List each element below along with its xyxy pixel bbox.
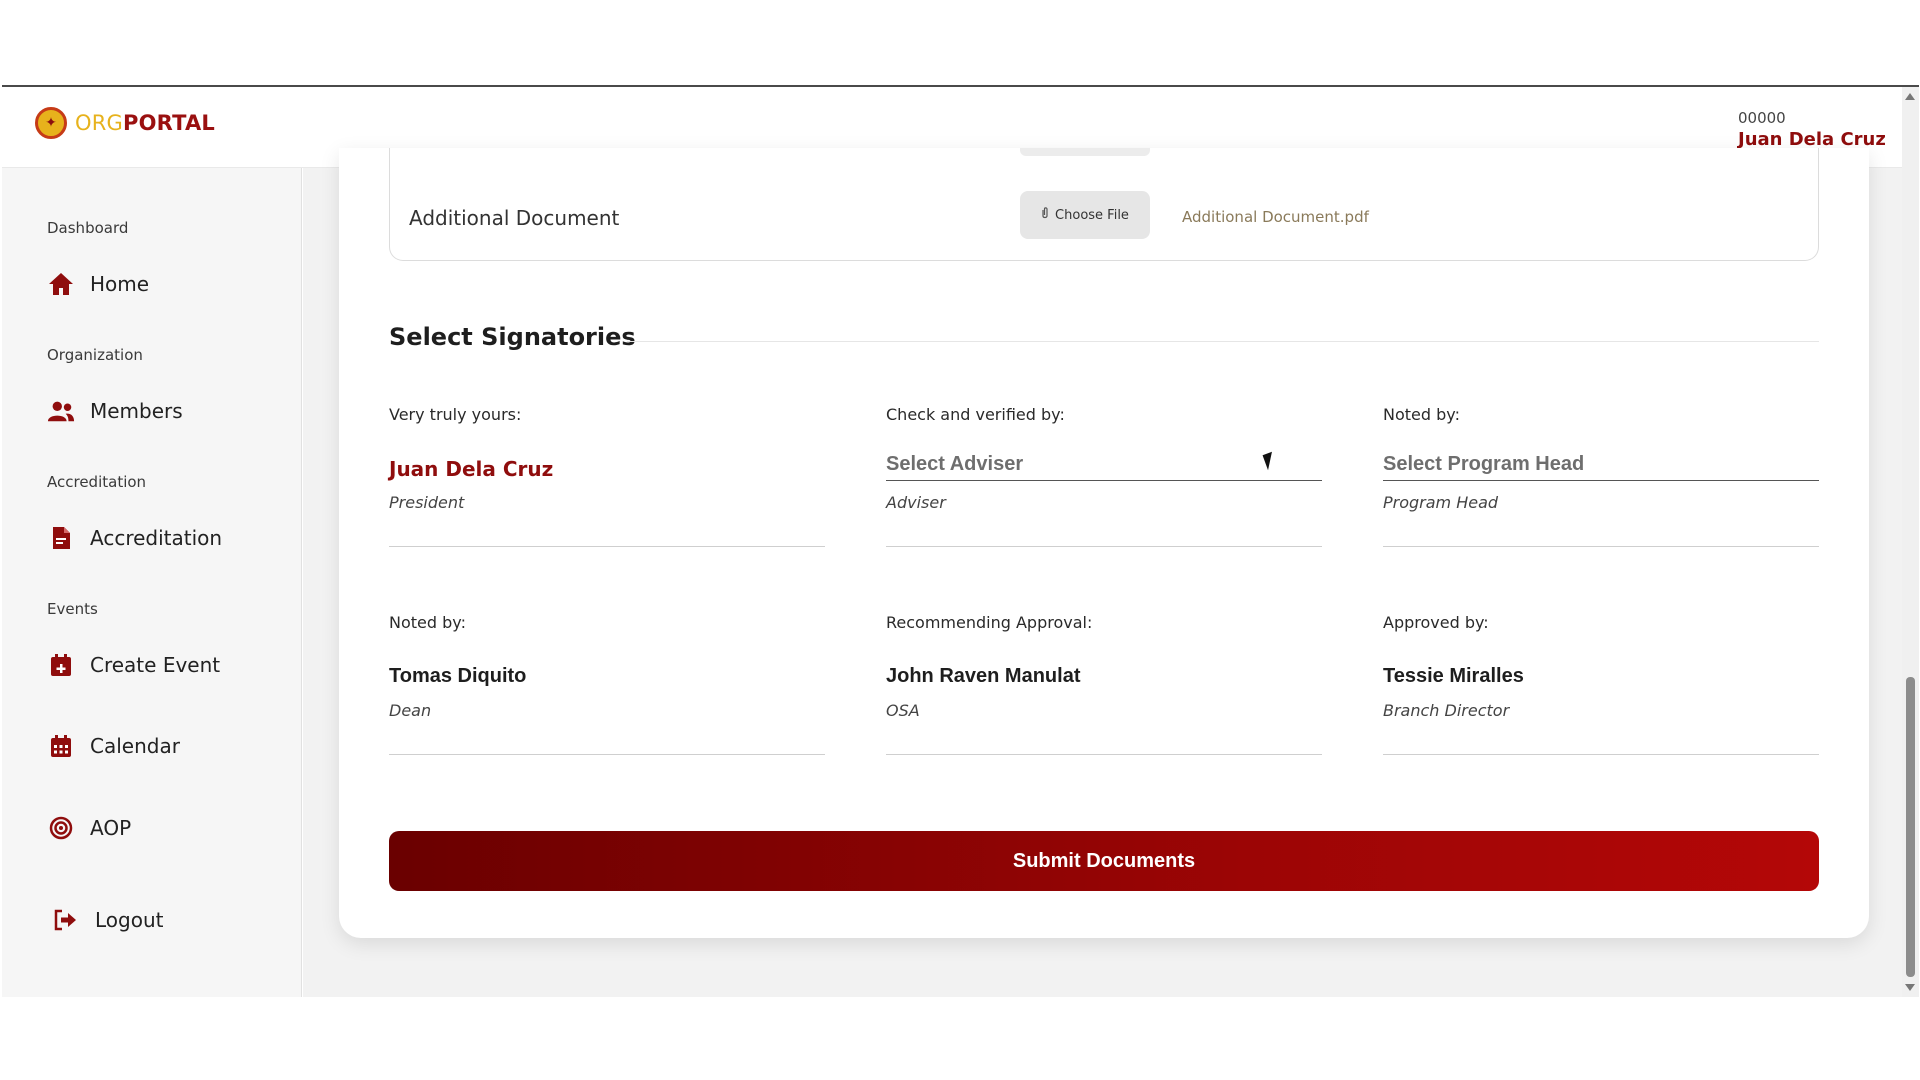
signatory-president: Very truly yours: Juan Dela Cruz Preside…: [389, 405, 825, 547]
choose-file-label: Choose File: [1055, 207, 1129, 223]
signatory-role: Adviser: [886, 493, 946, 512]
form-card: Additional Document Choose File Addition…: [339, 148, 1869, 938]
section-events: Events: [47, 600, 98, 618]
scroll-up-icon[interactable]: [1905, 93, 1915, 100]
home-icon: [47, 271, 75, 297]
sidebar-item-home[interactable]: Home: [47, 271, 149, 297]
signatory-branch-director: Approved by: Tessie Miralles Branch Dire…: [1383, 613, 1819, 755]
sidebar-item-label: Members: [90, 399, 183, 423]
signatory-role: Program Head: [1383, 493, 1499, 512]
select-adviser-dropdown[interactable]: Select Adviser: [886, 449, 1322, 481]
file-pdf-icon: [47, 525, 75, 551]
logo[interactable]: ✦ ORGPORTAL: [35, 107, 215, 139]
section-accreditation: Accreditation: [47, 473, 147, 491]
signatory-name: Juan Dela Cruz: [389, 457, 554, 481]
user-id: 00000: [1738, 109, 1786, 127]
scroll-down-icon[interactable]: [1905, 984, 1915, 991]
signatory-name: Tomas Diquito: [389, 665, 527, 687]
calendar-plus-icon: [47, 652, 75, 678]
target-icon: [47, 815, 75, 841]
sidebar-item-label: Create Event: [90, 653, 221, 677]
signatory-name: John Raven Manulat: [886, 665, 1081, 687]
section-divider: [627, 341, 1819, 342]
choose-file-button[interactable]: Choose File: [1020, 191, 1150, 239]
document-label: Additional Document: [409, 206, 620, 230]
document-upload-box: Additional Document Choose File Addition…: [389, 148, 1819, 261]
signatory-dean: Noted by: Tomas Diquito Dean: [389, 613, 825, 755]
sidebar-item-label: Home: [90, 272, 150, 296]
sidebar-item-members[interactable]: Members: [47, 398, 183, 424]
signatory-role: Branch Director: [1383, 701, 1510, 720]
app-window: ✦ ORGPORTAL 00000 Juan Dela Cruz Dashboa…: [2, 85, 1919, 997]
signatory-role: Dean: [389, 701, 432, 720]
sidebar-item-calendar[interactable]: Calendar: [47, 733, 180, 759]
signatory-label: Noted by:: [389, 613, 466, 632]
sidebar-item-label: Accreditation: [90, 526, 223, 550]
sidebar-item-create-event[interactable]: Create Event: [47, 652, 220, 678]
sidebar-item-label: Logout: [95, 908, 164, 932]
section-organization: Organization: [47, 346, 143, 364]
seal-icon: ✦: [35, 107, 67, 139]
previous-choose-file-button[interactable]: [1020, 148, 1150, 156]
page-scrollbar[interactable]: [1902, 87, 1919, 997]
sidebar-item-aop[interactable]: AOP: [47, 815, 131, 841]
logo-text: ORGPORTAL: [75, 111, 215, 135]
logout-button[interactable]: Logout: [52, 907, 163, 933]
selected-file-name: Additional Document.pdf: [1182, 208, 1369, 226]
sidebar-item-accreditation[interactable]: Accreditation: [47, 525, 222, 551]
sidebar: Dashboard Home Organization Members Accr…: [2, 168, 302, 997]
signatory-label: Noted by:: [1383, 405, 1460, 424]
signatory-adviser: Check and verified by: Select Adviser Ad…: [886, 405, 1322, 547]
user-info[interactable]: 00000 Juan Dela Cruz: [1738, 107, 1886, 151]
submit-documents-button[interactable]: Submit Documents: [389, 831, 1819, 891]
signatory-role: President: [389, 493, 465, 512]
signatory-program-head: Noted by: Select Program Head Program He…: [1383, 405, 1819, 547]
signatory-label: Very truly yours:: [389, 405, 522, 424]
signatory-label: Check and verified by:: [886, 405, 1065, 424]
calendar-icon: [47, 733, 75, 759]
signatory-osa: Recommending Approval: John Raven Manula…: [886, 613, 1322, 755]
signatory-label: Approved by:: [1383, 613, 1489, 632]
signatory-role: OSA: [886, 701, 920, 720]
section-dashboard: Dashboard: [47, 219, 129, 237]
main-content: Additional Document Choose File Addition…: [303, 148, 1902, 997]
signatory-label: Recommending Approval:: [886, 613, 1093, 632]
scroll-thumb[interactable]: [1906, 677, 1915, 977]
sidebar-item-label: Calendar: [90, 734, 180, 758]
users-icon: [47, 398, 75, 424]
logout-icon: [52, 907, 80, 933]
select-program-head-dropdown[interactable]: Select Program Head: [1383, 449, 1819, 481]
signatories-title: Select Signatories: [389, 323, 636, 351]
paperclip-icon: [1041, 207, 1049, 223]
signatory-name: Tessie Miralles: [1383, 665, 1524, 687]
sidebar-item-label: AOP: [90, 816, 132, 840]
